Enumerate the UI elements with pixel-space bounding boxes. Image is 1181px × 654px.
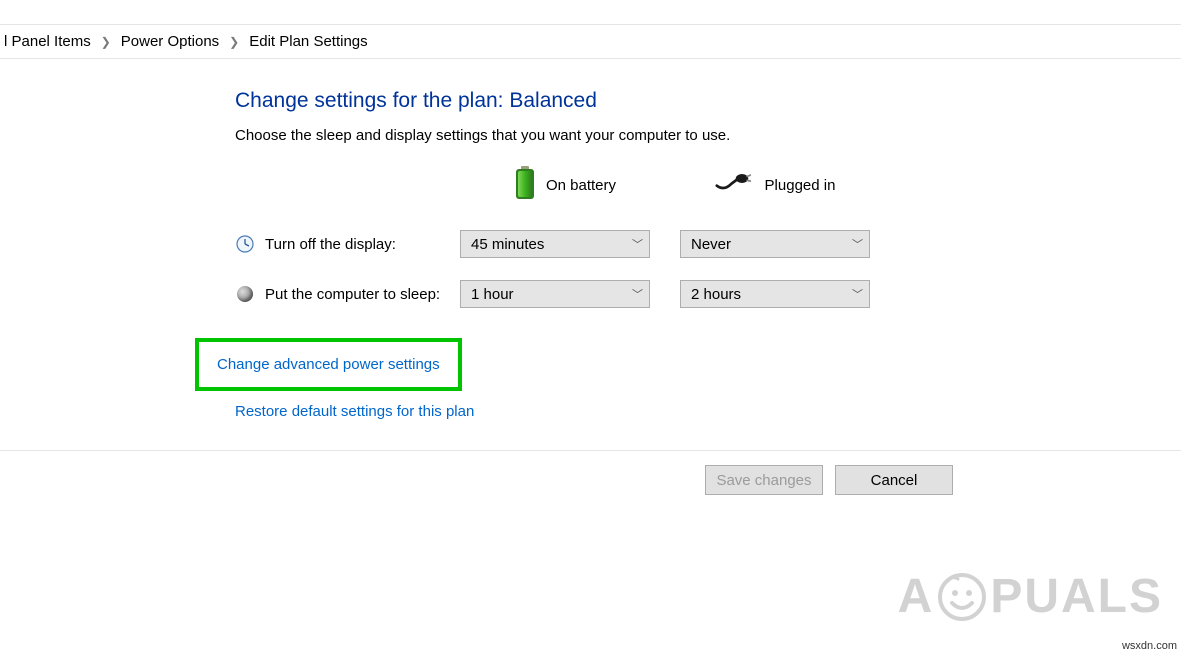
column-on-battery: On battery [460, 166, 670, 204]
moon-icon [235, 284, 255, 304]
select-value: 45 minutes [471, 236, 544, 253]
footer-url: wsxdn.com [1122, 640, 1177, 652]
select-value: 1 hour [471, 286, 514, 303]
cancel-button[interactable]: Cancel [835, 465, 953, 495]
save-changes-button: Save changes [705, 465, 823, 495]
clock-icon [235, 234, 255, 254]
watermark-face-icon [938, 573, 986, 621]
chevron-right-icon: ❯ [97, 35, 115, 49]
change-advanced-power-settings-link[interactable]: Change advanced power settings [217, 356, 440, 373]
main-content: Change settings for the plan: Balanced C… [0, 59, 960, 420]
watermark-text-post: PUALS [990, 569, 1163, 624]
put-computer-to-sleep-label: Put the computer to sleep: [265, 286, 440, 303]
turn-off-display-on-battery-select[interactable]: 45 minutes ﹀ [460, 230, 650, 258]
chevron-down-icon: ﹀ [632, 236, 643, 252]
highlight-box: Change advanced power settings [195, 338, 462, 391]
select-value: Never [691, 236, 731, 253]
row-put-computer-to-sleep: Put the computer to sleep: 1 hour ﹀ 2 ho… [235, 280, 960, 308]
column-plugged-in-label: Plugged in [765, 177, 836, 194]
row-turn-off-display: Turn off the display: 45 minutes ﹀ Never… [235, 230, 960, 258]
breadcrumb-item-edit-plan-settings[interactable]: Edit Plan Settings [249, 33, 367, 50]
page-subtitle: Choose the sleep and display settings th… [235, 127, 960, 144]
columns-header: On battery Plugged in [235, 166, 960, 204]
sleep-plugged-in-select[interactable]: 2 hours ﹀ [680, 280, 870, 308]
sleep-on-battery-select[interactable]: 1 hour ﹀ [460, 280, 650, 308]
chevron-right-icon: ❯ [225, 35, 243, 49]
row-label-cell: Put the computer to sleep: [235, 284, 460, 304]
button-bar: Save changes Cancel [0, 451, 1181, 495]
breadcrumb: l Panel Items ❯ Power Options ❯ Edit Pla… [0, 25, 1181, 58]
select-value: 2 hours [691, 286, 741, 303]
turn-off-display-label: Turn off the display: [265, 236, 396, 253]
chevron-down-icon: ﹀ [632, 286, 643, 302]
restore-default-settings-link[interactable]: Restore default settings for this plan [235, 403, 474, 420]
chevron-down-icon: ﹀ [852, 236, 863, 252]
page-title: Change settings for the plan: Balanced [235, 89, 960, 113]
column-plugged-in: Plugged in [670, 173, 880, 197]
breadcrumb-item-panel-items[interactable]: l Panel Items [4, 33, 91, 50]
breadcrumb-item-power-options[interactable]: Power Options [121, 33, 219, 50]
column-on-battery-label: On battery [546, 177, 616, 194]
chevron-down-icon: ﹀ [852, 286, 863, 302]
watermark-logo: A PUALS [898, 569, 1163, 624]
watermark-text-pre: A [898, 569, 935, 624]
turn-off-display-plugged-in-select[interactable]: Never ﹀ [680, 230, 870, 258]
plug-icon [715, 173, 755, 197]
links-section: Change advanced power settings Restore d… [235, 338, 960, 420]
battery-icon [514, 166, 536, 204]
row-label-cell: Turn off the display: [235, 234, 460, 254]
